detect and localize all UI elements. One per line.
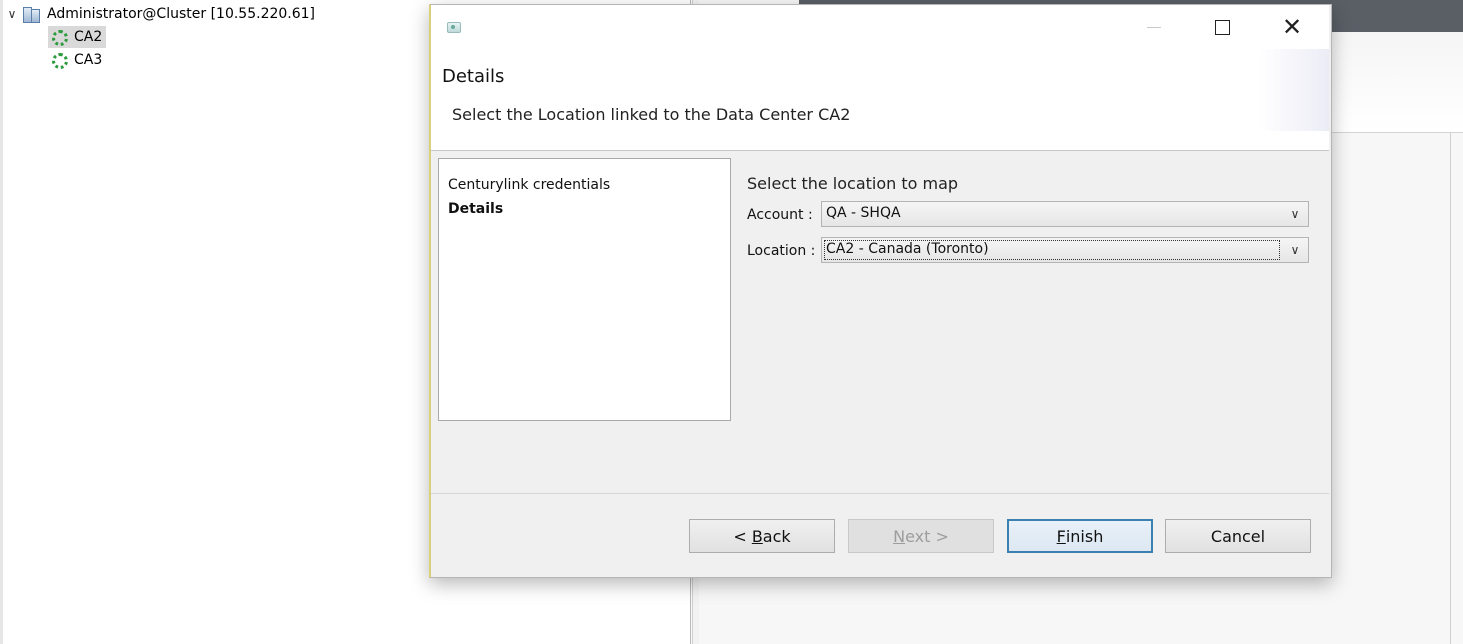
wizard-steps-panel: Centurylink credentials Details [438,158,731,421]
back-button[interactable]: < Back [689,519,835,553]
next-button[interactable]: Next > [848,519,994,553]
header-banner-graphic [1259,49,1329,131]
tree-node-ca3[interactable]: CA3 [50,49,102,71]
back-mnemonic: B [751,526,763,546]
content-divider [1450,132,1451,644]
maximize-button[interactable] [1199,5,1245,49]
maximize-icon [1214,19,1230,35]
dialog-titlebar[interactable]: ✕ [431,5,1329,49]
page-title: Details [442,66,505,87]
tree-node-ca2[interactable]: CA2 [48,26,107,48]
wizard-dialog: ✕ Details Select the Location linked to … [429,4,1332,578]
step-centurylink-credentials: Centurylink credentials [448,177,611,193]
finish-mnemonic: F [1056,526,1066,546]
app-icon [445,19,463,35]
next-rest: ext > [905,526,949,546]
content-title: Select the location to map [747,174,959,193]
location-select[interactable]: CA2 - Canada (Toronto) ∨ [821,237,1309,263]
location-label: Location : [747,243,816,259]
tree-root-label: Administrator@Cluster [10.55.220.61] [47,6,316,22]
tree-node-label: CA2 [74,29,103,45]
page-subtitle: Select the Location linked to the Data C… [452,105,851,124]
pane-edge [0,0,3,644]
account-select-value: QA - SHQA [826,205,901,221]
datacenter-icon [50,51,68,69]
datacenter-icon [50,28,68,46]
chevron-down-icon[interactable]: ∨ [1286,204,1304,224]
account-select[interactable]: QA - SHQA ∨ [821,201,1309,227]
minimize-icon [1147,26,1161,28]
back-prefix: < [733,526,752,546]
tree-node-label: CA3 [74,52,103,68]
finish-rest: inish [1065,526,1104,546]
back-rest: ack [762,526,791,546]
finish-button[interactable]: Finish [1007,519,1153,553]
next-mnemonic: N [893,526,906,546]
minimize-button[interactable] [1131,5,1177,49]
location-select-value: CA2 - Canada (Toronto) [826,241,989,257]
chevron-down-icon[interactable]: ∨ [5,7,19,21]
account-label: Account : [747,207,813,223]
step-details: Details [448,201,504,217]
wizard-header: Details Select the Location linked to th… [431,49,1329,151]
tree-root-node[interactable]: ∨ Administrator@Cluster [10.55.220.61] [5,3,315,25]
cancel-button[interactable]: Cancel [1165,519,1311,553]
footer-divider [431,493,1329,494]
chevron-down-icon[interactable]: ∨ [1286,240,1304,260]
close-button[interactable]: ✕ [1269,5,1315,49]
server-cluster-icon [23,6,43,23]
content-header-band [1330,32,1463,133]
close-icon: ✕ [1281,13,1303,41]
